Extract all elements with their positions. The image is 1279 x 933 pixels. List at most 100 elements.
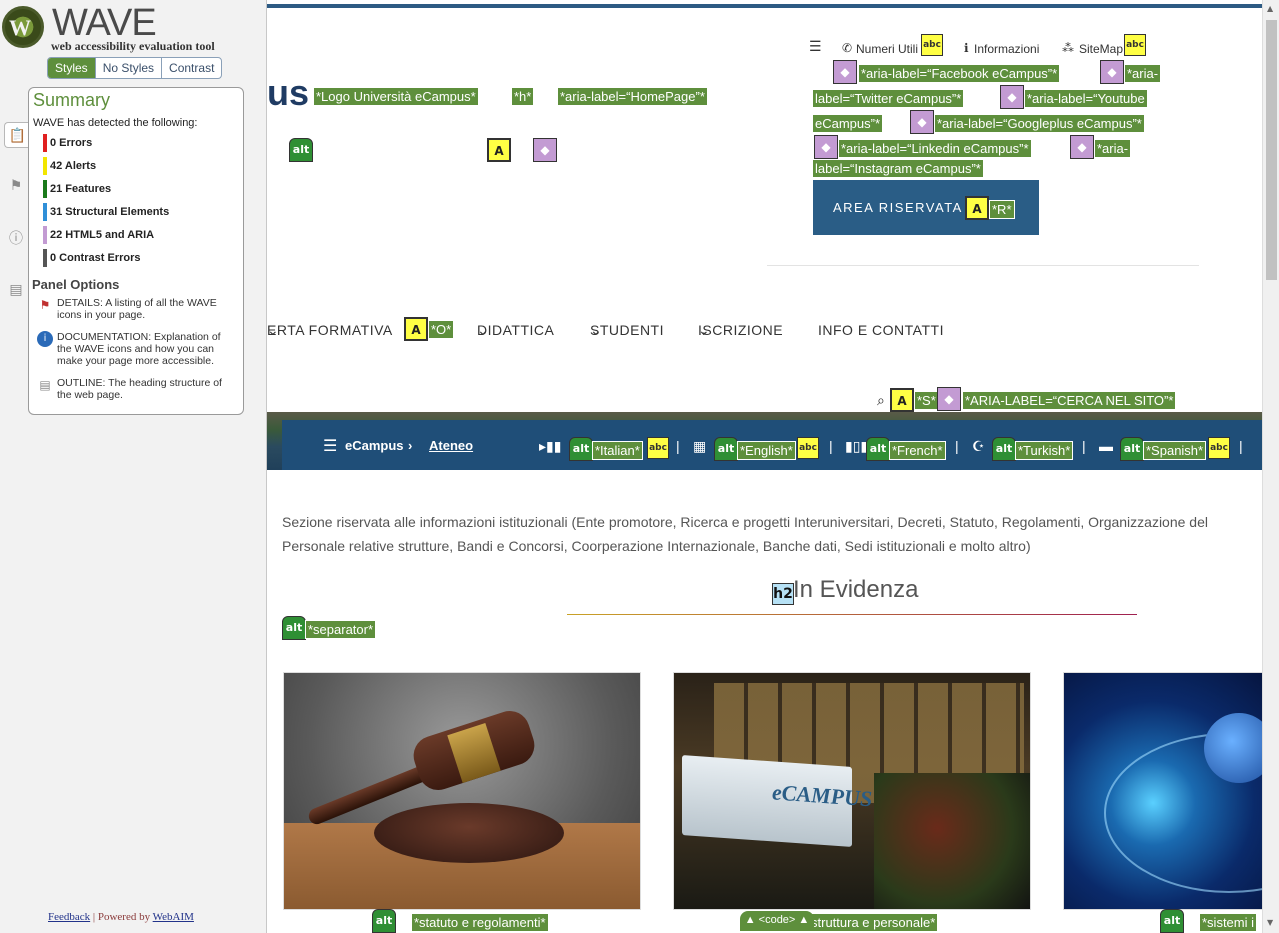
- details-flag-icon[interactable]: ⚑: [4, 173, 28, 199]
- feedback-link[interactable]: Feedback: [48, 911, 90, 923]
- informazioni-link[interactable]: Informazioni: [974, 42, 1039, 56]
- abc-icon[interactable]: abc: [647, 437, 669, 459]
- option-outline[interactable]: ▤ OUTLINE: The heading structure of the …: [37, 377, 235, 401]
- nav-iscrizione[interactable]: ISCRIZIONE ⌄: [698, 322, 783, 339]
- card-sistemi[interactable]: [1063, 672, 1263, 910]
- alt-icon[interactable]: alt: [569, 437, 593, 461]
- webaim-link[interactable]: WebAIM: [153, 911, 194, 923]
- alt-icon[interactable]: alt: [992, 437, 1016, 461]
- lang-separator: |: [1239, 438, 1243, 454]
- count-alerts[interactable]: 42 Alerts: [43, 157, 169, 180]
- numeri-utili-link[interactable]: Numeri Utili: [856, 42, 918, 56]
- france-flag-icon[interactable]: ▮▯▮: [845, 438, 868, 455]
- abc-icon[interactable]: abc: [797, 437, 819, 459]
- summary-counts: 0 Errors 42 Alerts 21 Features 31 Struct…: [43, 134, 169, 272]
- abc-icon[interactable]: abc: [1208, 437, 1230, 459]
- link-a-icon[interactable]: A: [965, 196, 989, 220]
- sitemap-link[interactable]: SiteMap: [1079, 42, 1123, 56]
- option-outline-text: OUTLINE: The heading structure of the we…: [57, 377, 222, 401]
- alt-icon[interactable]: alt: [866, 437, 890, 461]
- count-html5-aria[interactable]: 22 HTML5 and ARIA: [43, 226, 169, 249]
- wave-logo: W WAVE web accessibility evaluation tool: [2, 2, 262, 54]
- alt-icon[interactable]: alt: [289, 138, 313, 162]
- wave-logo-mark-icon: W: [2, 6, 44, 48]
- sitemap-icon: ⁂: [1062, 41, 1074, 55]
- aria-tag-icon[interactable]: ◆: [1070, 135, 1094, 159]
- no-styles-tab[interactable]: No Styles: [94, 58, 161, 78]
- label-logo-universita: *Logo Università eCampus*: [313, 87, 479, 106]
- nav-offerta-formativa[interactable]: ERTA FORMATIVA ⌄: [267, 322, 392, 339]
- italy-flag-icon[interactable]: ▸▮▮: [539, 438, 561, 455]
- scrollbar-thumb[interactable]: [1266, 20, 1277, 280]
- count-alerts-label: 42 Alerts: [50, 160, 97, 172]
- label-turkish: *Turkish*: [1014, 441, 1074, 460]
- summary-title: Summary: [33, 90, 111, 110]
- code-toggle-tab[interactable]: ▲ <code> ▲: [740, 911, 814, 931]
- aria-tag-icon[interactable]: ◆: [1000, 85, 1024, 109]
- label-separator: *separator*: [304, 620, 377, 639]
- uk-flag-icon[interactable]: ▦: [693, 438, 706, 455]
- label-instagram-2: label=“Instagram eCampus”*: [812, 159, 984, 178]
- nav-studenti-label: STUDENTI: [590, 322, 664, 338]
- page-scrollbar[interactable]: ▲ ▼: [1262, 0, 1279, 933]
- styles-tab[interactable]: Styles: [48, 58, 95, 78]
- label-struttura: struttura e personale*: [807, 913, 939, 932]
- count-html5-aria-bar: [43, 226, 47, 244]
- count-contrast-label: 0 Contrast Errors: [50, 252, 141, 264]
- section-heading: In Evidenza: [793, 576, 919, 603]
- h2-icon[interactable]: h2: [772, 583, 794, 605]
- nav-didattica[interactable]: DIDATTICA ⌄: [477, 322, 554, 339]
- link-a-icon[interactable]: A: [890, 388, 914, 412]
- alt-icon[interactable]: alt: [714, 437, 738, 461]
- site-logo-fragment[interactable]: us: [267, 72, 309, 114]
- search-icon[interactable]: ⌕: [877, 393, 885, 409]
- alt-icon[interactable]: alt: [372, 909, 396, 933]
- count-errors[interactable]: 0 Errors: [43, 134, 169, 157]
- abc-icon[interactable]: abc: [921, 34, 943, 56]
- scroll-up-icon[interactable]: ▲: [1267, 4, 1273, 13]
- summary-clipboard-icon[interactable]: 📋: [4, 122, 30, 148]
- option-details[interactable]: ⚑ DETAILS: A listing of all the WAVE ico…: [37, 297, 235, 321]
- card-struttura[interactable]: eCAMPUS: [673, 672, 1031, 910]
- alt-icon[interactable]: alt: [282, 616, 306, 640]
- count-html5-aria-label: 22 HTML5 and ARIA: [50, 229, 155, 241]
- aria-tag-icon[interactable]: ◆: [814, 135, 838, 159]
- card-statuto[interactable]: [283, 672, 641, 910]
- aria-tag-icon[interactable]: ◆: [1100, 60, 1124, 84]
- gavel-image: [284, 673, 640, 909]
- spain-flag-icon[interactable]: ▬: [1099, 438, 1113, 454]
- network-image: [1064, 673, 1262, 909]
- option-documentation[interactable]: i DOCUMENTATION: Explanation of the WAVE…: [37, 331, 235, 367]
- info-small-icon: ℹ: [964, 41, 969, 55]
- scroll-down-icon[interactable]: ▼: [1267, 918, 1273, 927]
- aria-tag-icon[interactable]: ◆: [533, 138, 557, 162]
- turkey-flag-icon[interactable]: ☪: [972, 438, 985, 455]
- list-structure-icon[interactable]: ☰: [809, 38, 822, 55]
- label-english: *English*: [737, 441, 796, 460]
- label-linkedin: *aria-label=“Linkedin eCampus”*: [838, 139, 1032, 158]
- aria-tag-icon[interactable]: ◆: [833, 60, 857, 84]
- label-s: *S*: [914, 391, 939, 410]
- link-a-icon[interactable]: A: [404, 317, 428, 341]
- abc-icon[interactable]: abc: [1124, 34, 1146, 56]
- breadcrumb-chevron-icon: ›: [408, 438, 413, 453]
- alt-icon[interactable]: alt: [1160, 909, 1184, 933]
- count-contrast[interactable]: 0 Contrast Errors: [43, 249, 169, 272]
- header-divider: [767, 265, 1199, 266]
- contrast-tab[interactable]: Contrast: [161, 58, 221, 78]
- aria-tag-icon[interactable]: ◆: [910, 110, 934, 134]
- count-features[interactable]: 21 Features: [43, 180, 169, 203]
- outline-document-icon[interactable]: ▤: [4, 277, 28, 303]
- nav-iscrizione-label: ISCRIZIONE: [698, 322, 784, 338]
- count-structural[interactable]: 31 Structural Elements: [43, 203, 169, 226]
- label-italian: *Italian*: [592, 441, 643, 460]
- option-details-text: DETAILS: A listing of all the WAVE icons…: [57, 297, 217, 321]
- link-a-icon[interactable]: A: [487, 138, 511, 162]
- label-instagram-1: *aria-: [1093, 139, 1132, 158]
- documentation-info-icon[interactable]: ⓘ: [4, 226, 28, 252]
- breadcrumb-home[interactable]: eCampus: [345, 438, 404, 453]
- aria-tag-icon[interactable]: ◆: [937, 387, 961, 411]
- nav-studenti[interactable]: STUDENTI ⌄: [590, 322, 664, 339]
- alt-icon[interactable]: alt: [1120, 437, 1144, 461]
- breadcrumb-current[interactable]: Ateneo: [429, 438, 473, 453]
